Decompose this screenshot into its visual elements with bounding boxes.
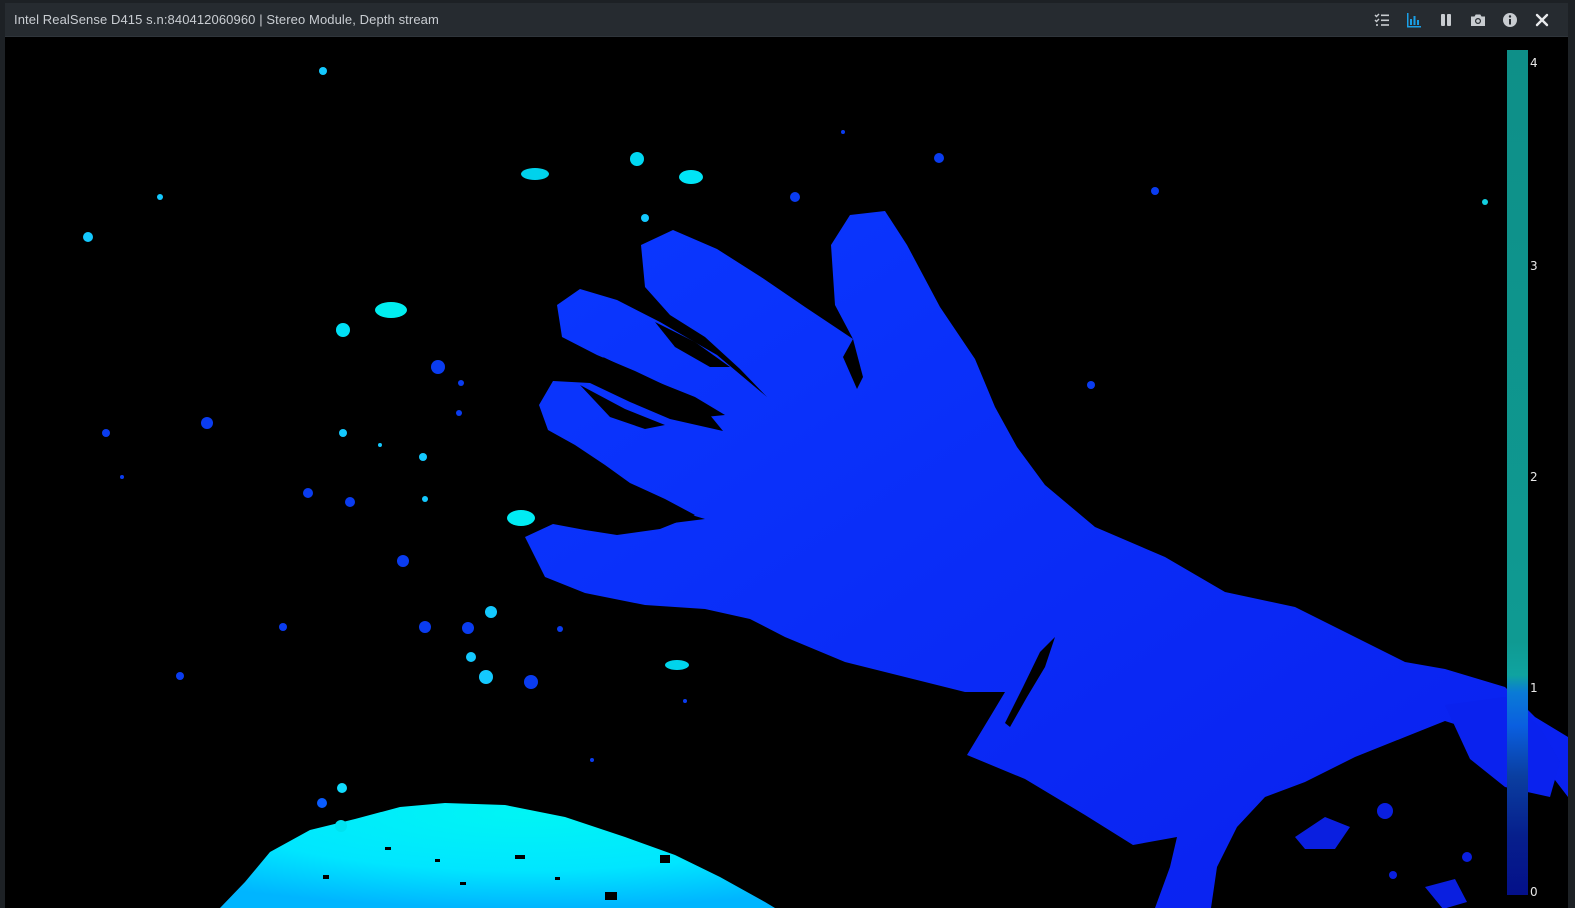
depth-image[interactable] xyxy=(5,37,1568,908)
close-icon xyxy=(1535,13,1549,26)
histogram-icon xyxy=(1407,12,1421,27)
colorbar-tick: 0 xyxy=(1530,885,1538,899)
hand-depth-region xyxy=(525,211,1568,908)
colorbar-tick: 1 xyxy=(1530,681,1538,695)
metrics-button[interactable] xyxy=(1398,3,1430,36)
object-depth-region xyxy=(220,803,775,908)
stream-toolbar xyxy=(1366,3,1558,36)
close-button[interactable] xyxy=(1526,3,1558,36)
pause-button[interactable] xyxy=(1430,3,1462,36)
window-title: Intel RealSense D415 s.n:840412060960 | … xyxy=(14,12,439,27)
title-bar: Intel RealSense D415 s.n:840412060960 | … xyxy=(5,3,1568,37)
colorbar-tick: 3 xyxy=(1530,259,1538,273)
colorbar-tick: 2 xyxy=(1530,470,1538,484)
depth-stream-window: Intel RealSense D415 s.n:840412060960 | … xyxy=(5,3,1568,908)
info-icon xyxy=(1503,12,1517,27)
pause-icon xyxy=(1441,13,1451,26)
list-icon xyxy=(1374,13,1389,26)
colorbar-tick: 4 xyxy=(1530,56,1538,70)
camera-icon xyxy=(1471,14,1485,26)
depth-map xyxy=(83,67,1568,908)
depth-colorbar xyxy=(1507,50,1528,895)
info-button[interactable] xyxy=(1494,3,1526,36)
snapshot-button[interactable] xyxy=(1462,3,1494,36)
list-button[interactable] xyxy=(1366,3,1398,36)
